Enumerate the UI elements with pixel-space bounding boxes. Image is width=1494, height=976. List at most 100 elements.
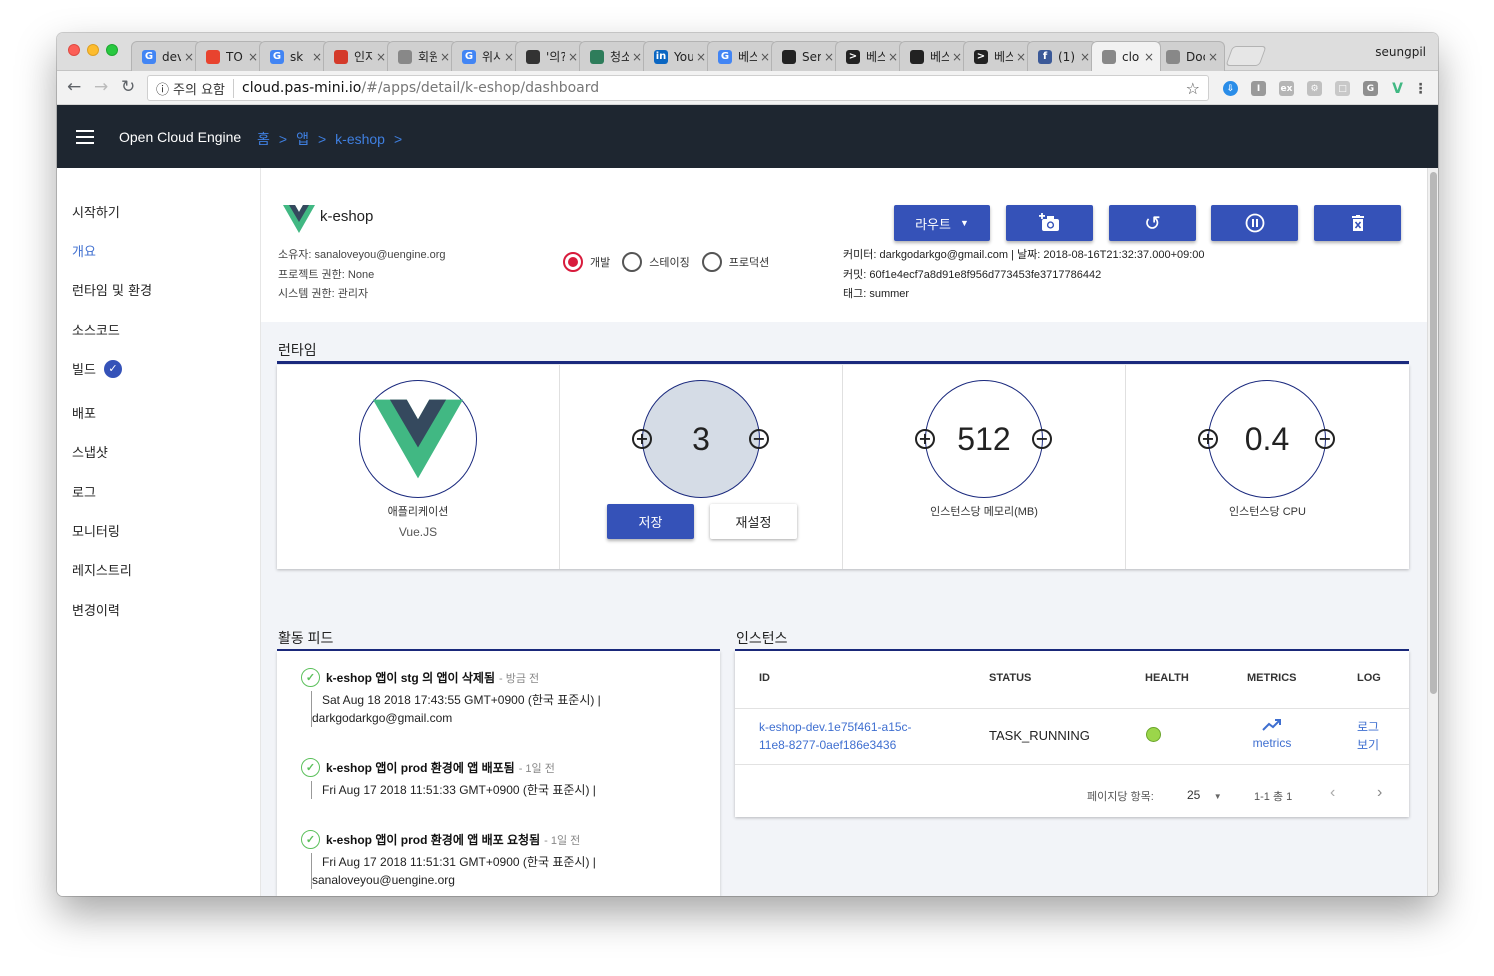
- delete-button[interactable]: [1314, 205, 1401, 241]
- sidebar-item[interactable]: 레지스트리: [72, 560, 132, 579]
- security-warning[interactable]: 주의 요함: [173, 78, 234, 98]
- maximize-window-button[interactable]: [106, 44, 118, 56]
- tab-close-icon[interactable]: ×: [376, 50, 386, 64]
- breadcrumb-item[interactable]: k-eshop: [335, 131, 385, 147]
- column-header-id[interactable]: ID: [759, 672, 770, 684]
- instance-minus-icon[interactable]: −: [749, 429, 769, 449]
- address-bar[interactable]: ⓘ 주의 요함 cloud.pas-mini.io /#/apps/detail…: [147, 75, 1209, 101]
- restart-button[interactable]: ↺: [1109, 205, 1196, 241]
- stage-radio-label[interactable]: 개발: [590, 254, 610, 270]
- stage-radio[interactable]: [563, 252, 583, 272]
- browser-tab[interactable]: Doc×: [1155, 41, 1225, 71]
- extension-gear-icon[interactable]: ⚙: [1307, 81, 1322, 96]
- profile-name[interactable]: seungpil: [1375, 45, 1426, 59]
- memory-minus-icon[interactable]: −: [1032, 429, 1052, 449]
- stage-radio[interactable]: [701, 252, 722, 272]
- tab-close-icon[interactable]: ×: [504, 50, 514, 64]
- cpu-plus-icon[interactable]: +: [1198, 429, 1218, 449]
- browser-tab[interactable]: TO ×: [195, 41, 265, 71]
- tab-close-icon[interactable]: ×: [568, 50, 578, 64]
- tab-close-icon[interactable]: ×: [760, 50, 770, 64]
- tab-close-icon[interactable]: ×: [440, 50, 450, 64]
- browser-tab[interactable]: > 베스×: [835, 41, 905, 71]
- memory-plus-icon[interactable]: +: [915, 429, 935, 449]
- sidebar-item[interactable]: 로그: [72, 482, 96, 501]
- browser-tab[interactable]: Ser ×: [771, 41, 841, 71]
- sidebar-item[interactable]: 스냅샷: [72, 442, 108, 461]
- tab-close-icon[interactable]: ×: [952, 50, 962, 64]
- sidebar-item[interactable]: 배포: [72, 403, 96, 422]
- extension-i-icon[interactable]: I: [1251, 81, 1266, 96]
- browser-tab[interactable]: G 베스×: [707, 41, 777, 71]
- breadcrumb-item[interactable]: 앱: [296, 131, 309, 147]
- tab-close-icon[interactable]: ×: [696, 50, 706, 64]
- column-header-status[interactable]: STATUS: [989, 672, 1031, 684]
- extension-window-icon[interactable]: □: [1335, 81, 1350, 96]
- log-link[interactable]: 로그 보기: [1357, 718, 1379, 754]
- tab-close-icon[interactable]: ×: [1080, 50, 1090, 64]
- browser-tab[interactable]: G 위시×: [451, 41, 521, 71]
- tab-close-icon[interactable]: ×: [1016, 50, 1026, 64]
- column-header-health[interactable]: HEALTH: [1145, 672, 1189, 684]
- tab-close-icon[interactable]: ×: [1144, 50, 1154, 64]
- pause-button[interactable]: [1211, 205, 1298, 241]
- tab-close-icon[interactable]: ×: [184, 50, 194, 64]
- tab-close-icon[interactable]: ×: [824, 50, 834, 64]
- tab-close-icon[interactable]: ×: [1208, 50, 1218, 64]
- browser-tab[interactable]: in You ×: [643, 41, 713, 71]
- stage-radio[interactable]: [622, 252, 643, 272]
- column-header-metrics[interactable]: METRICS: [1247, 672, 1297, 684]
- sidebar-item[interactable]: 개요: [72, 241, 96, 260]
- cpu-minus-icon[interactable]: −: [1315, 429, 1335, 449]
- stage-radio-label[interactable]: 스테이징: [649, 254, 689, 270]
- stage-radio-label[interactable]: 프로덕션: [729, 254, 769, 270]
- back-arrow-icon[interactable]: ←: [67, 77, 81, 97]
- browser-tab[interactable]: clo ×: [1091, 41, 1161, 71]
- scrollbar-thumb[interactable]: [1430, 172, 1437, 694]
- extension-ex-icon[interactable]: ex: [1279, 81, 1294, 96]
- browser-tab[interactable]: '의? ×: [515, 41, 585, 71]
- breadcrumb-item[interactable]: 홈: [257, 131, 270, 147]
- sidebar-item[interactable]: 소스코드: [72, 320, 120, 339]
- reset-button[interactable]: 재설정: [710, 504, 797, 539]
- per-page-select[interactable]: 25 ▼: [1187, 788, 1222, 802]
- prev-page-icon[interactable]: ‹: [1330, 784, 1335, 802]
- new-tab-button[interactable]: [1225, 46, 1267, 66]
- bookmark-star-icon[interactable]: ☆: [1186, 79, 1200, 98]
- tab-close-icon[interactable]: ×: [312, 50, 322, 64]
- close-window-button[interactable]: [68, 44, 80, 56]
- browser-tab[interactable]: 인지×: [323, 41, 393, 71]
- route-dropdown-button[interactable]: 라우트 ▼: [894, 205, 990, 241]
- tab-close-icon[interactable]: ×: [248, 50, 258, 64]
- sidebar-item[interactable]: 변경이력: [72, 600, 120, 619]
- browser-tab[interactable]: Gsk ×: [259, 41, 329, 71]
- browser-menu-icon[interactable]: ⋮: [1413, 81, 1428, 97]
- sidebar-item[interactable]: 빌드 ✓: [72, 359, 122, 378]
- reload-icon[interactable]: ↻: [121, 77, 135, 97]
- browser-tab[interactable]: 베스×: [899, 41, 969, 71]
- extension-download-icon[interactable]: ⇩: [1223, 81, 1238, 96]
- metrics-link[interactable]: metrics: [1247, 718, 1297, 750]
- browser-tab[interactable]: 회원×: [387, 41, 457, 71]
- sidebar-item[interactable]: 런타임 및 환경: [72, 280, 152, 299]
- browser-tab[interactable]: 청소×: [579, 41, 649, 71]
- save-button[interactable]: 저장: [607, 504, 694, 539]
- tab-close-icon[interactable]: ×: [632, 50, 642, 64]
- info-icon[interactable]: ⓘ: [156, 79, 169, 98]
- sidebar-item[interactable]: 시작하기: [72, 202, 120, 221]
- hamburger-menu-icon[interactable]: [76, 130, 94, 148]
- extension-vue-icon[interactable]: V: [1390, 81, 1405, 97]
- minimize-window-button[interactable]: [87, 44, 99, 56]
- extension-g-icon[interactable]: G: [1363, 81, 1378, 96]
- forward-arrow-icon[interactable]: →: [94, 77, 108, 97]
- next-page-icon[interactable]: ›: [1377, 784, 1382, 802]
- browser-tab[interactable]: Gdev×: [131, 41, 201, 71]
- browser-tab[interactable]: > 베스×: [963, 41, 1033, 71]
- column-header-log[interactable]: LOG: [1357, 672, 1381, 684]
- page-scrollbar[interactable]: [1427, 168, 1438, 896]
- tab-close-icon[interactable]: ×: [888, 50, 898, 64]
- snapshot-button[interactable]: [1006, 205, 1093, 241]
- instance-id-link[interactable]: k-eshop-dev.1e75f461-a15c- 11e8-8277-0ae…: [759, 718, 912, 754]
- sidebar-item[interactable]: 모니터링: [72, 521, 120, 540]
- browser-tab[interactable]: f (1) ×: [1027, 41, 1097, 71]
